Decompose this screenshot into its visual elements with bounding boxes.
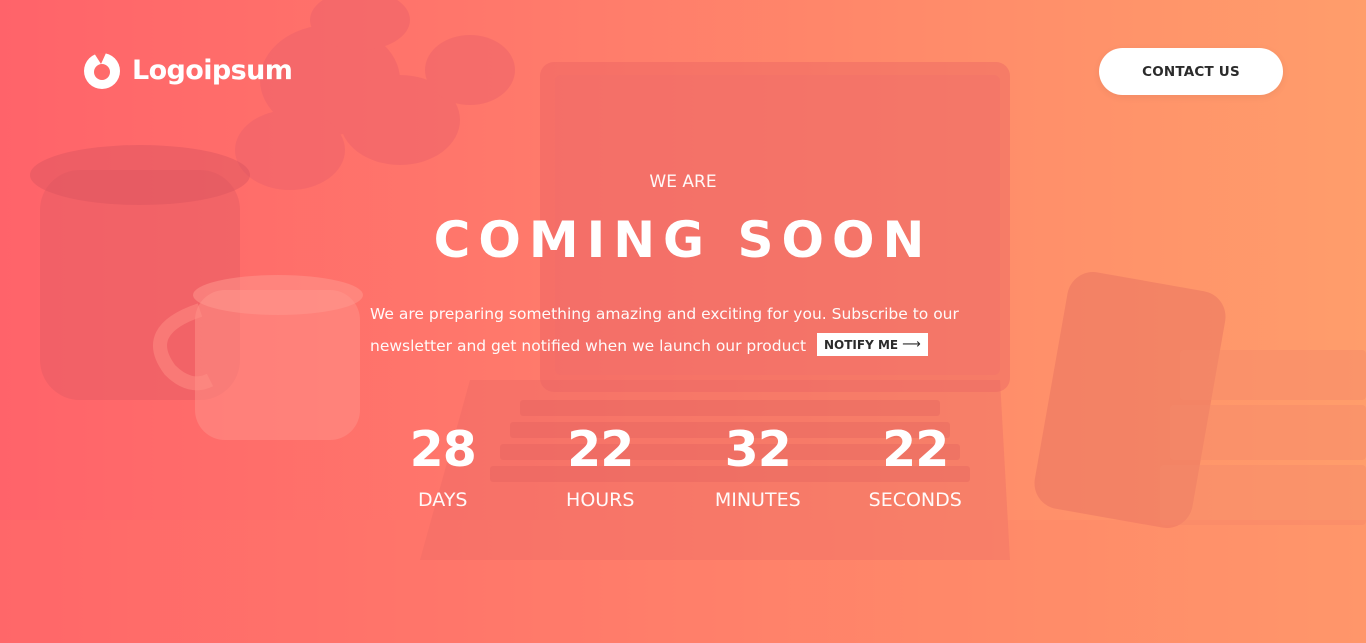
coming-soon-page: Logoipsum CONTACT US WE ARE COMING SOON … [0, 0, 1366, 643]
notify-me-button[interactable]: NOTIFY ME ⟶ [816, 333, 928, 356]
hero-description-block: We are preparing something amazing and e… [370, 298, 1010, 362]
countdown-label: SECONDS [868, 489, 962, 511]
countdown-timer: 28 DAYS 22 HOURS 32 MINUTES 22 SECONDS [364, 418, 994, 512]
hero-eyebrow: WE ARE [649, 172, 717, 192]
notify-me-label: NOTIFY ME [823, 337, 899, 352]
countdown-seconds: 22 SECONDS [837, 418, 995, 512]
countdown-value: 22 [567, 421, 634, 478]
countdown-value: 32 [724, 421, 792, 478]
hero-headline: COMING SOON [433, 211, 933, 269]
countdown-label: DAYS [418, 489, 468, 511]
logo-mark-icon [84, 53, 120, 89]
countdown-value: 28 [409, 421, 477, 478]
countdown-label: MINUTES [714, 489, 801, 511]
countdown-hours: 22 HOURS [522, 418, 680, 512]
brand-logo[interactable]: Logoipsum [82, 50, 293, 90]
countdown-label: HOURS [566, 489, 635, 511]
countdown-value: 22 [882, 421, 949, 478]
arrow-right-icon: ⟶ [902, 337, 921, 352]
countdown-days: 28 DAYS [364, 418, 522, 512]
logo-text: Logoipsum [132, 54, 293, 86]
countdown-minutes: 32 MINUTES [679, 418, 837, 512]
contact-us-button[interactable]: CONTACT US [1099, 48, 1283, 95]
